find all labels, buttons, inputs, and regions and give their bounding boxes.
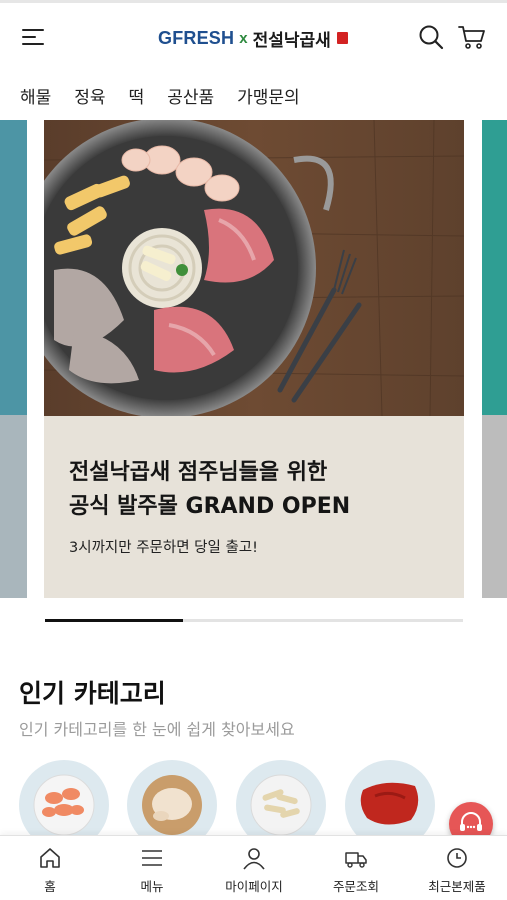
- popular-categories-title: 인기 카테고리: [19, 679, 166, 708]
- category-processed-goods[interactable]: 공산품: [167, 83, 214, 108]
- tab-order-lookup-label: 주문조회: [332, 879, 379, 894]
- clock-icon: [447, 848, 467, 868]
- tab-menu[interactable]: 메뉴: [102, 836, 202, 900]
- truck-icon: [345, 852, 367, 868]
- tab-mypage[interactable]: 마이페이지: [204, 836, 304, 900]
- category-nav: 해물 정육 떡 공산품 가맹문의: [0, 78, 507, 112]
- logo-brand: 전설낙곱새: [252, 30, 331, 51]
- popular-categories-list: [19, 760, 489, 850]
- previous-slide-caption: [0, 415, 27, 598]
- search-button[interactable]: [417, 23, 445, 51]
- tab-home[interactable]: 홈: [0, 836, 100, 900]
- hamburger-icon: [22, 29, 44, 31]
- carousel-progress-bar: [45, 619, 463, 622]
- search-icon: [419, 25, 444, 50]
- hero-carousel[interactable]: 전설낙곱새 점주님들을 위한 공식 발주몰 GRAND OPEN 3시까지만 주…: [0, 120, 507, 600]
- hero-slide[interactable]: 전설낙곱새 점주님들을 위한 공식 발주몰 GRAND OPEN 3시까지만 주…: [44, 120, 464, 598]
- cart-icon: [458, 26, 485, 49]
- carousel-progress-fill: [45, 619, 183, 622]
- previous-slide-image: [0, 120, 27, 415]
- logo-seal-icon: [336, 32, 348, 44]
- hero-food-image: [44, 120, 464, 416]
- hamburger-icon-line: [22, 43, 44, 45]
- hero-subtitle: 3시까지만 주문하면 당일 출고!: [69, 540, 258, 556]
- tab-mypage-label: 마이페이지: [225, 879, 283, 894]
- tab-order-lookup[interactable]: 주문조회: [306, 836, 406, 900]
- previous-slide-peek[interactable]: [0, 120, 27, 598]
- hamburger-menu-button[interactable]: [18, 23, 50, 51]
- menu-lines-icon: [142, 850, 162, 866]
- tab-recently-viewed-label: 최근본제품: [428, 879, 486, 894]
- site-logo[interactable]: GFRESH x 전설낙곱새: [158, 25, 348, 51]
- logo-separator: x: [239, 29, 248, 47]
- category-meat[interactable]: 정육: [74, 83, 105, 108]
- user-icon: [243, 848, 265, 870]
- bottom-tab-bar: 홈 메뉴 마이페이지 주문조회 최근본제품: [0, 835, 507, 900]
- tab-recently-viewed[interactable]: 최근본제품: [407, 836, 507, 900]
- hamburger-icon-line: [22, 36, 36, 38]
- next-slide-image: [482, 120, 507, 415]
- category-rice-cake[interactable]: 떡: [129, 83, 145, 108]
- hero-caption: 전설낙곱새 점주님들을 위한 공식 발주몰 GRAND OPEN 3시까지만 주…: [44, 416, 464, 598]
- next-slide-caption: [482, 415, 507, 598]
- tab-home-label: 홈: [44, 879, 56, 894]
- hero-title-line2: 공식 발주몰 GRAND OPEN: [69, 494, 351, 519]
- popular-categories-subtitle: 인기 카테고리를 한 눈에 쉽게 찾아보세요: [19, 720, 295, 739]
- logo-gfresh: GFRESH: [158, 27, 235, 48]
- category-franchise-inquiry[interactable]: 가맹문의: [237, 83, 300, 108]
- category-seafood[interactable]: 해물: [20, 83, 51, 108]
- home-icon: [40, 848, 60, 868]
- cart-button[interactable]: [457, 23, 487, 51]
- next-slide-peek[interactable]: [482, 120, 507, 598]
- tab-menu-label: 메뉴: [140, 879, 164, 894]
- hero-title-line1: 전설낙곱새 점주님들을 위한: [69, 460, 328, 485]
- app-header: GFRESH x 전설낙곱새: [0, 3, 507, 69]
